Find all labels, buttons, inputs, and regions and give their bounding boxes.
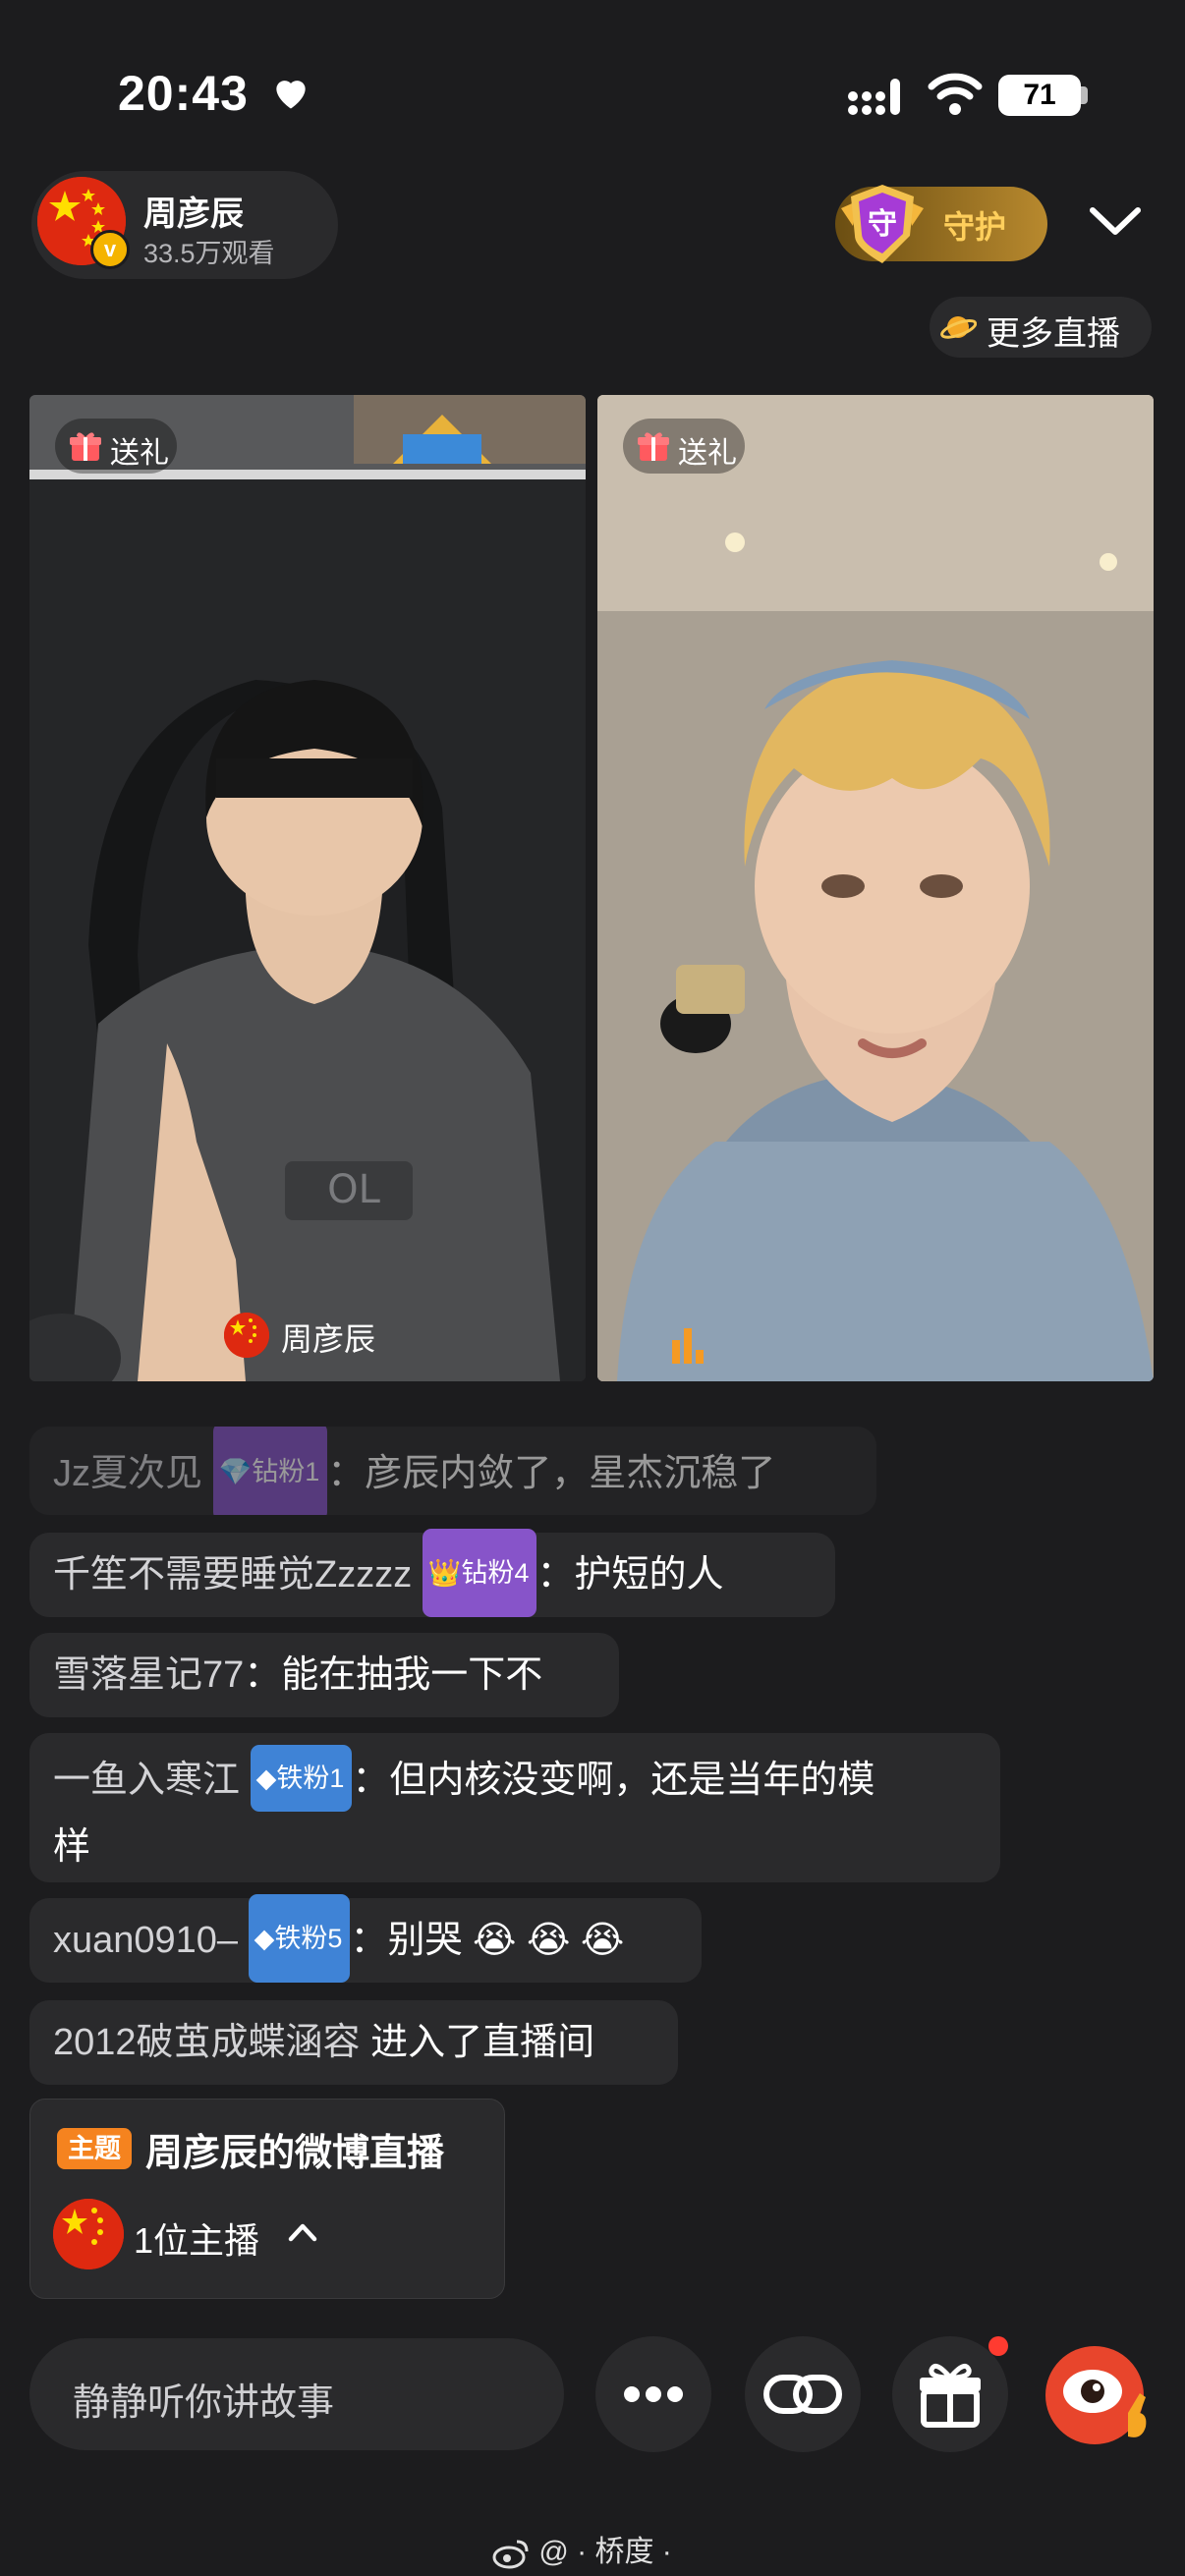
signal-icon xyxy=(848,79,900,115)
chevron-down-icon[interactable] xyxy=(1087,202,1144,242)
comment-separator: ： xyxy=(327,1453,366,1495)
china-flag-icon xyxy=(224,1313,269,1358)
host-name[interactable]: 周彦辰 xyxy=(143,187,244,235)
svg-text:OL: OL xyxy=(327,1167,380,1212)
comment-user: Jz夏次见 xyxy=(53,1453,203,1495)
weibo-mascot-button[interactable] xyxy=(1038,2334,1156,2450)
comment-user: xuan0910– xyxy=(53,1920,239,1962)
viewer-count: 33.5万观看 xyxy=(143,239,275,268)
comment-user: 雪落星记77 xyxy=(53,1654,245,1696)
join-user: 2012破茧成蝶涵容 xyxy=(53,2022,361,2063)
guard-shield-char: 守 xyxy=(868,207,897,242)
comment-separator: ： xyxy=(244,1654,282,1696)
comment-row[interactable]: 千笙不需要睡觉Zzzzz 👑钻粉4 ：护短的人 xyxy=(29,1529,835,1617)
theme-host-count: 1位主播 xyxy=(134,2220,260,2261)
planet-icon xyxy=(940,316,977,339)
weibo-logo-icon xyxy=(492,2540,529,2569)
gift-icon xyxy=(70,432,101,461)
watermark-text: @ · 桥度 · xyxy=(538,2536,672,2568)
fan-badge-label: 钻粉4 xyxy=(461,1558,530,1588)
comment-user: 一鱼入寒江 xyxy=(53,1760,241,1802)
join-text: 进入了直播间 xyxy=(360,2022,595,2063)
theme-host-avatar[interactable] xyxy=(53,2199,124,2269)
battery-tip xyxy=(1081,86,1088,104)
streamer-name-left: 周彦辰 xyxy=(281,1321,376,1357)
fan-badge: 👑钻粉4 xyxy=(422,1529,537,1617)
watermark: @ · 桥度 · xyxy=(491,2527,672,2570)
comment-row[interactable]: 雪落星记77：能在抽我一下不 xyxy=(29,1633,619,1717)
china-flag-icon xyxy=(53,2199,124,2269)
link-button[interactable] xyxy=(745,2336,861,2452)
join-notice: 2012破茧成蝶涵容 进入了直播间 xyxy=(29,2000,678,2085)
battery-indicator: 71 xyxy=(998,75,1081,116)
comment-row[interactable]: xuan0910– ◆铁粉5 ：别哭 😭 😭 😭 xyxy=(29,1894,702,1983)
comment-text: 护短的人 xyxy=(574,1554,724,1596)
more-live-label: 更多直播 xyxy=(987,315,1120,353)
comment-text: 但内核没变啊，还是当年的模 xyxy=(389,1760,875,1802)
wifi-icon xyxy=(928,73,983,115)
comment-text-continued: 样 xyxy=(53,1826,91,1868)
more-dots-icon xyxy=(624,2386,683,2402)
chevron-up-icon[interactable] xyxy=(287,2220,318,2244)
comment-separator: ： xyxy=(350,1920,388,1962)
comment-row[interactable]: 一鱼入寒江 ◆铁粉1 ：但内核没变啊，还是当年的模样 xyxy=(29,1733,1000,1882)
comment-separator: ： xyxy=(352,1760,390,1802)
gift-icon xyxy=(638,432,669,461)
theme-title: 周彦辰的微博直播 xyxy=(145,2133,445,2174)
notification-dot xyxy=(988,2336,1008,2356)
link-icon xyxy=(763,2375,842,2414)
comment-user: 千笙不需要睡觉Zzzzz xyxy=(53,1554,413,1596)
guard-label: 守护 xyxy=(943,209,1007,245)
more-options-button[interactable] xyxy=(595,2336,711,2452)
send-gift-label-left: 送礼 xyxy=(110,437,169,470)
send-gift-label-right: 送礼 xyxy=(678,437,737,470)
verified-badge-icon: v xyxy=(90,230,130,269)
stream-panel-right[interactable] xyxy=(597,395,1154,1381)
fan-badge: 💎钻粉1 xyxy=(212,1427,328,1515)
streamer-video-left: OL xyxy=(29,395,586,1381)
fan-badge: ◆铁粉1 xyxy=(250,1745,353,1812)
comment-input-placeholder: 静静听你讲故事 xyxy=(73,2382,335,2424)
fan-badge-label: 铁粉5 xyxy=(274,1924,343,1953)
theme-tag: 主题 xyxy=(57,2128,132,2169)
comment-text: 别哭 😭 😭 😭 xyxy=(387,1920,625,1962)
gift-box-icon xyxy=(920,2363,981,2428)
stream-panel-left[interactable]: OL xyxy=(29,395,586,1381)
gift-button[interactable] xyxy=(892,2336,1008,2452)
streamer-video-right xyxy=(597,395,1154,1381)
fan-badge-label: 钻粉1 xyxy=(252,1457,320,1486)
status-time: 20:43 xyxy=(118,66,249,121)
comment-separator: ： xyxy=(536,1554,575,1596)
fan-badge: ◆铁粉5 xyxy=(248,1894,351,1983)
weibo-mascot-icon xyxy=(1045,2346,1147,2444)
streamer-flag-avatar-left xyxy=(224,1313,269,1358)
fan-badge-label: 铁粉1 xyxy=(276,1764,345,1793)
heart-icon xyxy=(276,81,306,109)
guard-shield-icon: 守 xyxy=(841,185,924,263)
comment-text: 彦辰内敛了，星杰沉稳了 xyxy=(365,1453,776,1495)
comment-row[interactable]: Jz夏次见 💎钻粉1 ：彦辰内敛了，星杰沉稳了 xyxy=(29,1427,876,1515)
comment-text: 能在抽我一下不 xyxy=(281,1654,543,1696)
